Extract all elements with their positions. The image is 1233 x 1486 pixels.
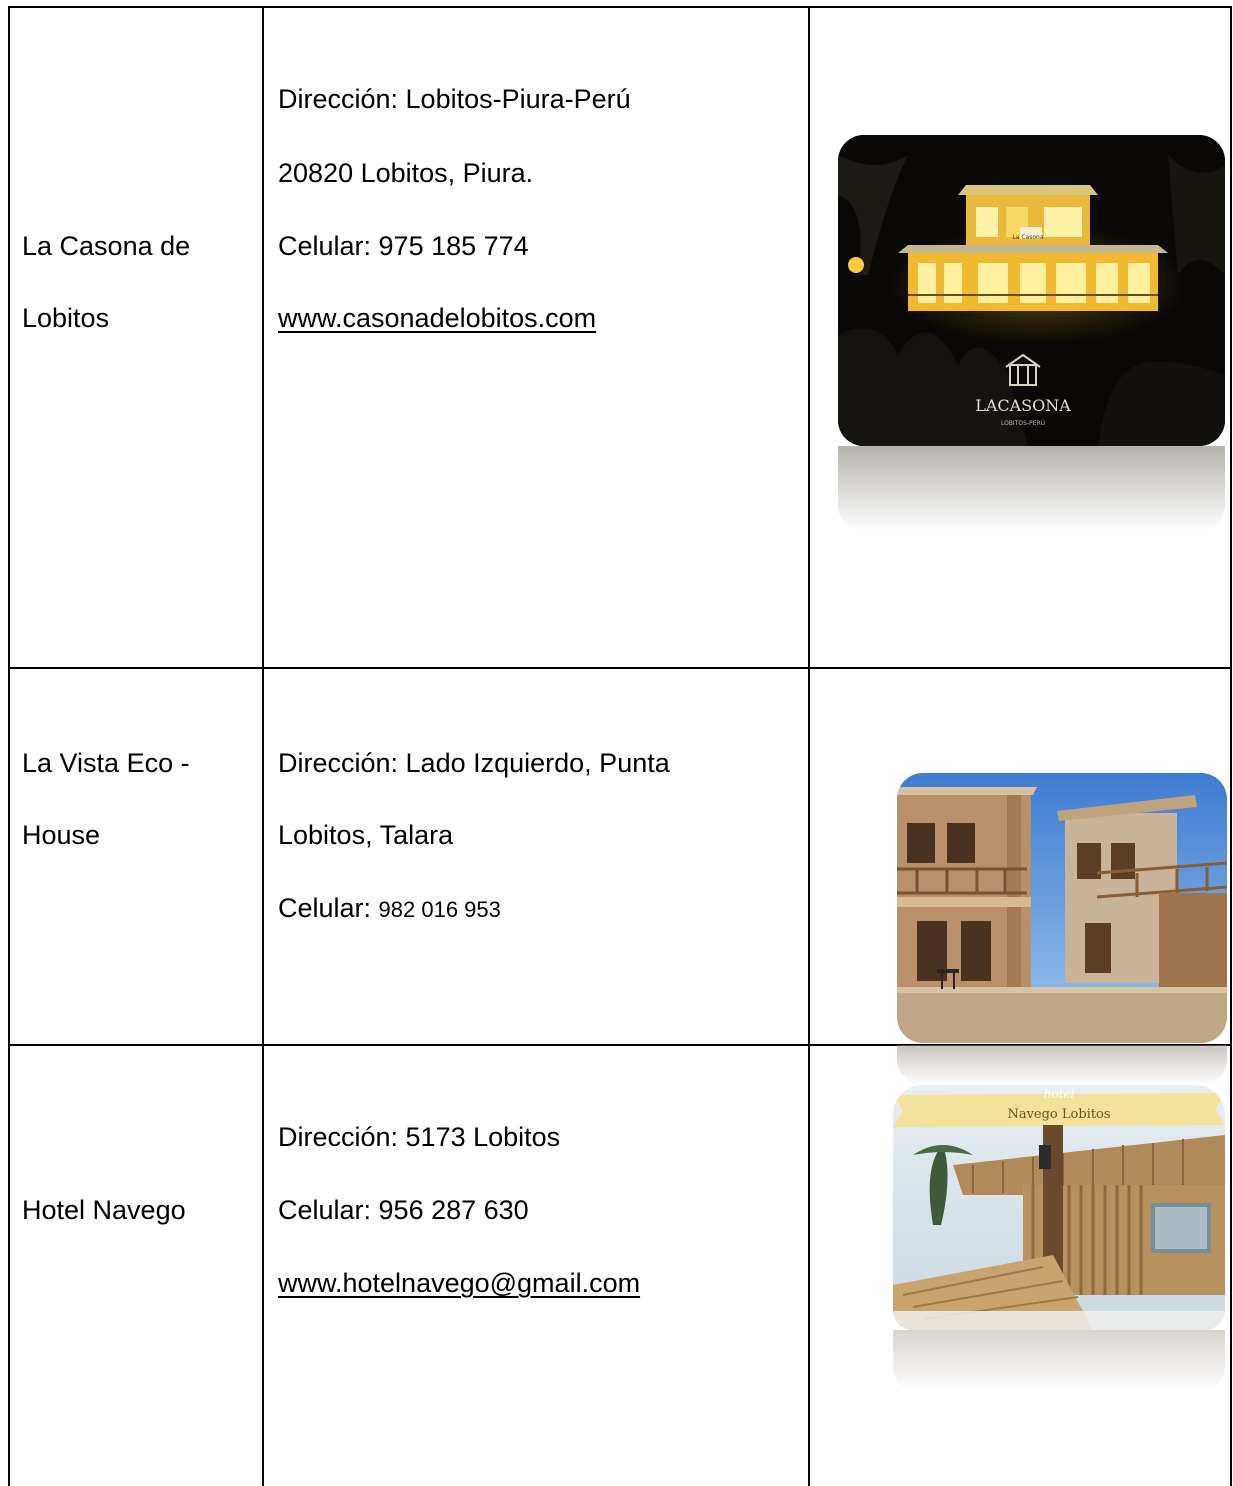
eco-house-photo-reflection — [897, 1045, 1227, 1085]
lacasona-photo-reflection — [838, 446, 1225, 531]
lacasona-sign-text: La Casona — [1012, 234, 1043, 241]
address-text: 20820 Lobitos, Piura. — [278, 158, 534, 188]
navego-banner-small: hotel — [1044, 1087, 1075, 1101]
website-link[interactable]: www.casonadelobitos.com — [278, 305, 596, 332]
navego-photo-reflection — [893, 1330, 1225, 1392]
hotel-name-line: House — [22, 820, 101, 850]
lacasona-logo-subtext: LOBITOS-PERÚ — [1001, 420, 1045, 427]
table-border-left — [8, 6, 10, 1486]
hotel-name-line: Lobitos — [22, 303, 110, 333]
table-border-col2 — [808, 6, 810, 1486]
address-text: Lobitos, Talara — [278, 820, 454, 850]
table-border-right — [1230, 6, 1232, 1486]
phone-text: Celular: 982 016 953 — [278, 895, 501, 922]
phone-label: Celular: — [278, 893, 379, 923]
address-text: Dirección: Lado Izquierdo, Punta — [278, 748, 670, 778]
wooden-eco-house-photo — [897, 773, 1227, 1043]
email-link[interactable]: www.hotelnavego@gmail.com — [278, 1270, 640, 1297]
phone-text: Celular: 975 185 774 — [278, 231, 529, 261]
lacasona-hotel-night-photo: LACASONA LOBITOS-PERÚ La Casona — [838, 135, 1225, 446]
hotel-name-line: La Casona de — [22, 231, 191, 261]
phone-number: 982 016 953 — [378, 897, 501, 922]
hotel-table: La Casona de Lobitos Dirección: Lobitos-… — [0, 0, 1233, 1486]
lacasona-logo-text: LACASONA — [975, 396, 1071, 415]
table-border-top — [8, 6, 1232, 8]
bamboo-hotel-photo: hotel Navego Lobitos — [893, 1085, 1225, 1330]
table-border-col1 — [262, 6, 264, 1486]
address-text: Dirección: 5173 Lobitos — [278, 1122, 561, 1152]
hotel-name-line: Hotel Navego — [22, 1195, 186, 1225]
hotel-name-line: La Vista Eco - — [22, 748, 190, 778]
table-row-divider-1 — [8, 667, 1232, 669]
navego-banner-text: Navego Lobitos — [1007, 1107, 1110, 1122]
phone-text: Celular: 956 287 630 — [278, 1195, 529, 1225]
address-text: Dirección: Lobitos-Piura-Perú — [278, 84, 631, 114]
